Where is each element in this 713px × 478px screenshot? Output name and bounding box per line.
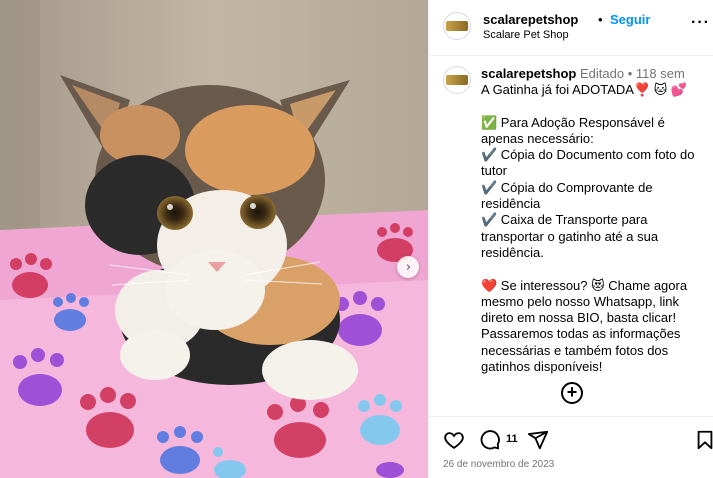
bookmark-icon[interactable] [694, 429, 713, 456]
next-image-button[interactable]: › [397, 256, 419, 278]
post-date: 26 de novembro de 2023 [443, 459, 555, 470]
avatar[interactable] [443, 12, 471, 40]
send-icon[interactable] [527, 429, 549, 456]
post-age[interactable]: 118 sem [636, 66, 685, 81]
kitten-photo [0, 0, 428, 478]
more-horizontal-icon[interactable]: ··· [691, 14, 710, 32]
comment-count: 11 [506, 433, 518, 445]
caption-text: ✅ Para Adoção Responsável é apenas neces… [481, 114, 695, 375]
caption-username[interactable]: scalarepetshop [481, 66, 576, 81]
post-sidebar: scalarepetshop • Seguir Scalare Pet Shop… [428, 0, 713, 478]
edited-label: Editado [580, 66, 625, 81]
caption-body: scalarepetshop Editado • 118 sem A Gatin… [481, 66, 703, 375]
action-bar: 11 26 de novembro de 2023 [429, 416, 713, 478]
heart-icon[interactable] [443, 429, 465, 456]
chevron-right-icon: › [405, 259, 412, 275]
caption-first-line: A Gatinha já foi ADOTADA❣️ 🐱 💕 [481, 82, 688, 98]
shop-logo-icon [446, 75, 468, 85]
follow-button[interactable]: Seguir [610, 12, 650, 27]
location-link[interactable]: Scalare Pet Shop [483, 29, 569, 41]
username-link[interactable]: scalarepetshop [483, 12, 578, 27]
comment-icon[interactable] [479, 429, 501, 456]
shop-logo-icon [446, 21, 468, 31]
caption-area: scalarepetshop Editado • 118 sem A Gatin… [429, 56, 713, 416]
caption-avatar[interactable] [443, 66, 471, 94]
add-circle-icon[interactable]: + [561, 382, 583, 404]
post-image: › [0, 0, 428, 478]
separator-dot: • [627, 66, 633, 81]
post-header: scalarepetshop • Seguir Scalare Pet Shop… [429, 0, 713, 56]
separator-dot: • [598, 12, 603, 27]
